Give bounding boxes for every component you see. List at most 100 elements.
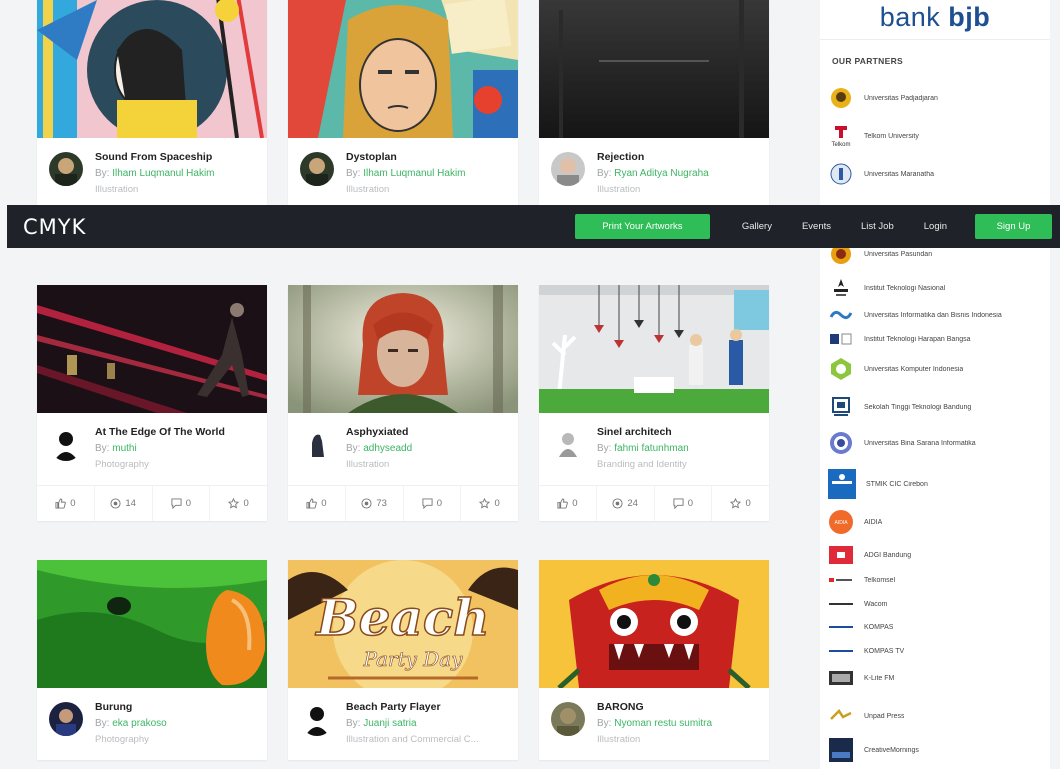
ithb-logo-icon	[828, 326, 854, 352]
artwork-thumbnail[interactable]	[539, 560, 769, 688]
partner-item[interactable]: Universitas Bina Sarana Informatika	[820, 429, 1050, 457]
partner-item[interactable]: Unpad Press	[820, 702, 1050, 730]
partner-item[interactable]: STMIK CIC Cirebon	[820, 468, 1050, 500]
partner-item[interactable]: ADGI Bandung	[820, 541, 1050, 569]
thumbs-up-icon	[557, 498, 569, 509]
sponsor-banner[interactable]: bank bjb	[820, 0, 1050, 40]
author-link[interactable]: Juanji satria	[363, 718, 416, 729]
partner-item[interactable]: Telkom Telkom University	[820, 122, 1050, 150]
partner-item[interactable]: Universitas Padjadjaran	[820, 84, 1050, 112]
author-link[interactable]: eka prakoso	[112, 718, 166, 729]
artwork-thumbnail[interactable]	[288, 0, 518, 138]
artwork-title[interactable]: Burung	[95, 701, 257, 713]
sign-up-button[interactable]: Sign Up	[975, 214, 1052, 239]
artwork-thumbnail[interactable]	[37, 285, 267, 413]
artwork-thumbnail[interactable]: Beach Party Day	[288, 560, 518, 688]
author-link[interactable]: adhyseadd	[363, 443, 412, 454]
aidia-logo-icon: AIDIA	[828, 509, 854, 535]
favorite-stat[interactable]: 0	[210, 486, 267, 521]
art-card[interactable]: Rejection By: Ryan Aditya Nugraha Illust…	[539, 0, 769, 210]
artwork-thumbnail[interactable]	[539, 285, 769, 413]
comment-stat[interactable]: 0	[655, 486, 713, 521]
artwork-thumbnail[interactable]	[288, 285, 518, 413]
artwork-author-line: By: muthi	[95, 443, 137, 454]
author-link[interactable]: Nyoman restu sumitra	[614, 718, 712, 729]
partner-item[interactable]: Institut Teknologi Harapan Bangsa	[820, 325, 1050, 353]
author-link[interactable]: Ryan Aditya Nugraha	[614, 168, 709, 179]
artwork-thumbnail[interactable]	[37, 0, 267, 138]
print-artworks-button[interactable]: Print Your Artworks	[574, 214, 710, 239]
artwork-category: Photography	[95, 459, 149, 470]
artwork-title[interactable]: Rejection	[597, 151, 759, 163]
like-stat[interactable]: 0	[539, 486, 597, 521]
author-link[interactable]: muthi	[112, 443, 136, 454]
partner-item[interactable]: K-Lite FM	[820, 664, 1050, 692]
comment-stat[interactable]: 0	[404, 486, 462, 521]
author-link[interactable]: fahmi fatunhman	[614, 443, 689, 454]
nav-link-login[interactable]: Login	[924, 221, 947, 232]
artwork-thumbnail[interactable]	[539, 0, 769, 138]
author-avatar[interactable]	[551, 152, 585, 186]
nav-link-gallery[interactable]: Gallery	[742, 221, 772, 232]
artwork-title[interactable]: Beach Party Flayer	[346, 701, 508, 713]
partner-item[interactable]: Sekolah Tinggi Teknologi Bandung	[820, 393, 1050, 421]
partner-item[interactable]: CreativeMornings	[820, 736, 1050, 764]
author-avatar[interactable]	[551, 427, 585, 461]
artwork-title[interactable]: Sinel architech	[597, 426, 759, 438]
author-avatar[interactable]	[551, 702, 585, 736]
art-card[interactable]: At The Edge Of The World By: muthi Photo…	[37, 285, 267, 521]
eye-icon	[361, 498, 372, 509]
artwork-author-line: By: Ilham Luqmanul Hakim	[346, 168, 466, 179]
art-card[interactable]: Sinel architech By: fahmi fatunhman Bran…	[539, 285, 769, 521]
author-avatar[interactable]	[49, 152, 83, 186]
art-card[interactable]: Sound From Spaceship By: Ilham Luqmanul …	[37, 0, 267, 210]
adgi-logo-icon	[828, 542, 854, 568]
author-link[interactable]: Ilham Luqmanul Hakim	[112, 168, 214, 179]
artwork-title[interactable]: Dystoplan	[346, 151, 508, 163]
sinel-architech-image	[539, 285, 769, 413]
rejection-image	[539, 0, 769, 138]
author-avatar[interactable]	[300, 427, 334, 461]
thumbs-up-icon	[306, 498, 318, 509]
partner-item[interactable]: Institut Teknologi Nasional	[820, 274, 1050, 302]
author-avatar[interactable]	[300, 152, 334, 186]
artwork-stats: 0 73 0 0	[288, 485, 518, 521]
stmik-cic-logo-icon	[828, 469, 856, 499]
telkom-university-logo-icon: Telkom	[828, 123, 854, 149]
nav-link-events[interactable]: Events	[802, 221, 831, 232]
partner-item[interactable]: KOMPAS TV	[820, 637, 1050, 665]
comment-stat[interactable]: 0	[153, 486, 211, 521]
artwork-title[interactable]: Asphyxiated	[346, 426, 508, 438]
burung-image	[37, 560, 267, 688]
partner-item[interactable]: Universitas Maranatha	[820, 160, 1050, 188]
partner-item[interactable]: Universitas Komputer Indonesia	[820, 355, 1050, 383]
favorite-stat[interactable]: 0	[712, 486, 769, 521]
artwork-thumbnail[interactable]	[37, 560, 267, 688]
art-card[interactable]: Beach Party Day Beach Party Flayer By: J…	[288, 560, 518, 760]
author-avatar[interactable]	[49, 702, 83, 736]
partner-item[interactable]: AIDIA AIDIA	[820, 508, 1050, 536]
art-card[interactable]: Burung By: eka prakoso Photography	[37, 560, 267, 760]
nav-menu: Print Your Artworks Gallery Events List …	[574, 205, 1060, 248]
nav-link-list-job[interactable]: List Job	[861, 221, 894, 232]
art-card[interactable]: Asphyxiated By: adhyseadd Illustration 0…	[288, 285, 518, 521]
artwork-title[interactable]: Sound From Spaceship	[95, 151, 257, 163]
author-link[interactable]: Ilham Luqmanul Hakim	[363, 168, 465, 179]
artwork-author-line: By: Juanji satria	[346, 718, 417, 729]
art-card[interactable]: Dystoplan By: Ilham Luqmanul Hakim Illus…	[288, 0, 518, 210]
like-stat[interactable]: 0	[288, 486, 346, 521]
brand-logo[interactable]: CMYK	[23, 215, 86, 239]
artwork-title[interactable]: BARONG	[597, 701, 759, 713]
artwork-author-line: By: Nyoman restu sumitra	[597, 718, 713, 729]
author-avatar[interactable]	[49, 427, 83, 461]
thumbs-up-icon	[55, 498, 67, 509]
artwork-author-line: By: adhyseadd	[346, 443, 413, 454]
sound-from-spaceship-image	[37, 0, 267, 138]
art-card[interactable]: BARONG By: Nyoman restu sumitra Illustra…	[539, 560, 769, 760]
author-avatar[interactable]	[300, 702, 334, 736]
artwork-category: Illustration	[597, 734, 641, 745]
favorite-stat[interactable]: 0	[461, 486, 518, 521]
beach-party-image: Beach Party Day	[288, 560, 518, 688]
like-stat[interactable]: 0	[37, 486, 95, 521]
artwork-title[interactable]: At The Edge Of The World	[95, 426, 257, 438]
